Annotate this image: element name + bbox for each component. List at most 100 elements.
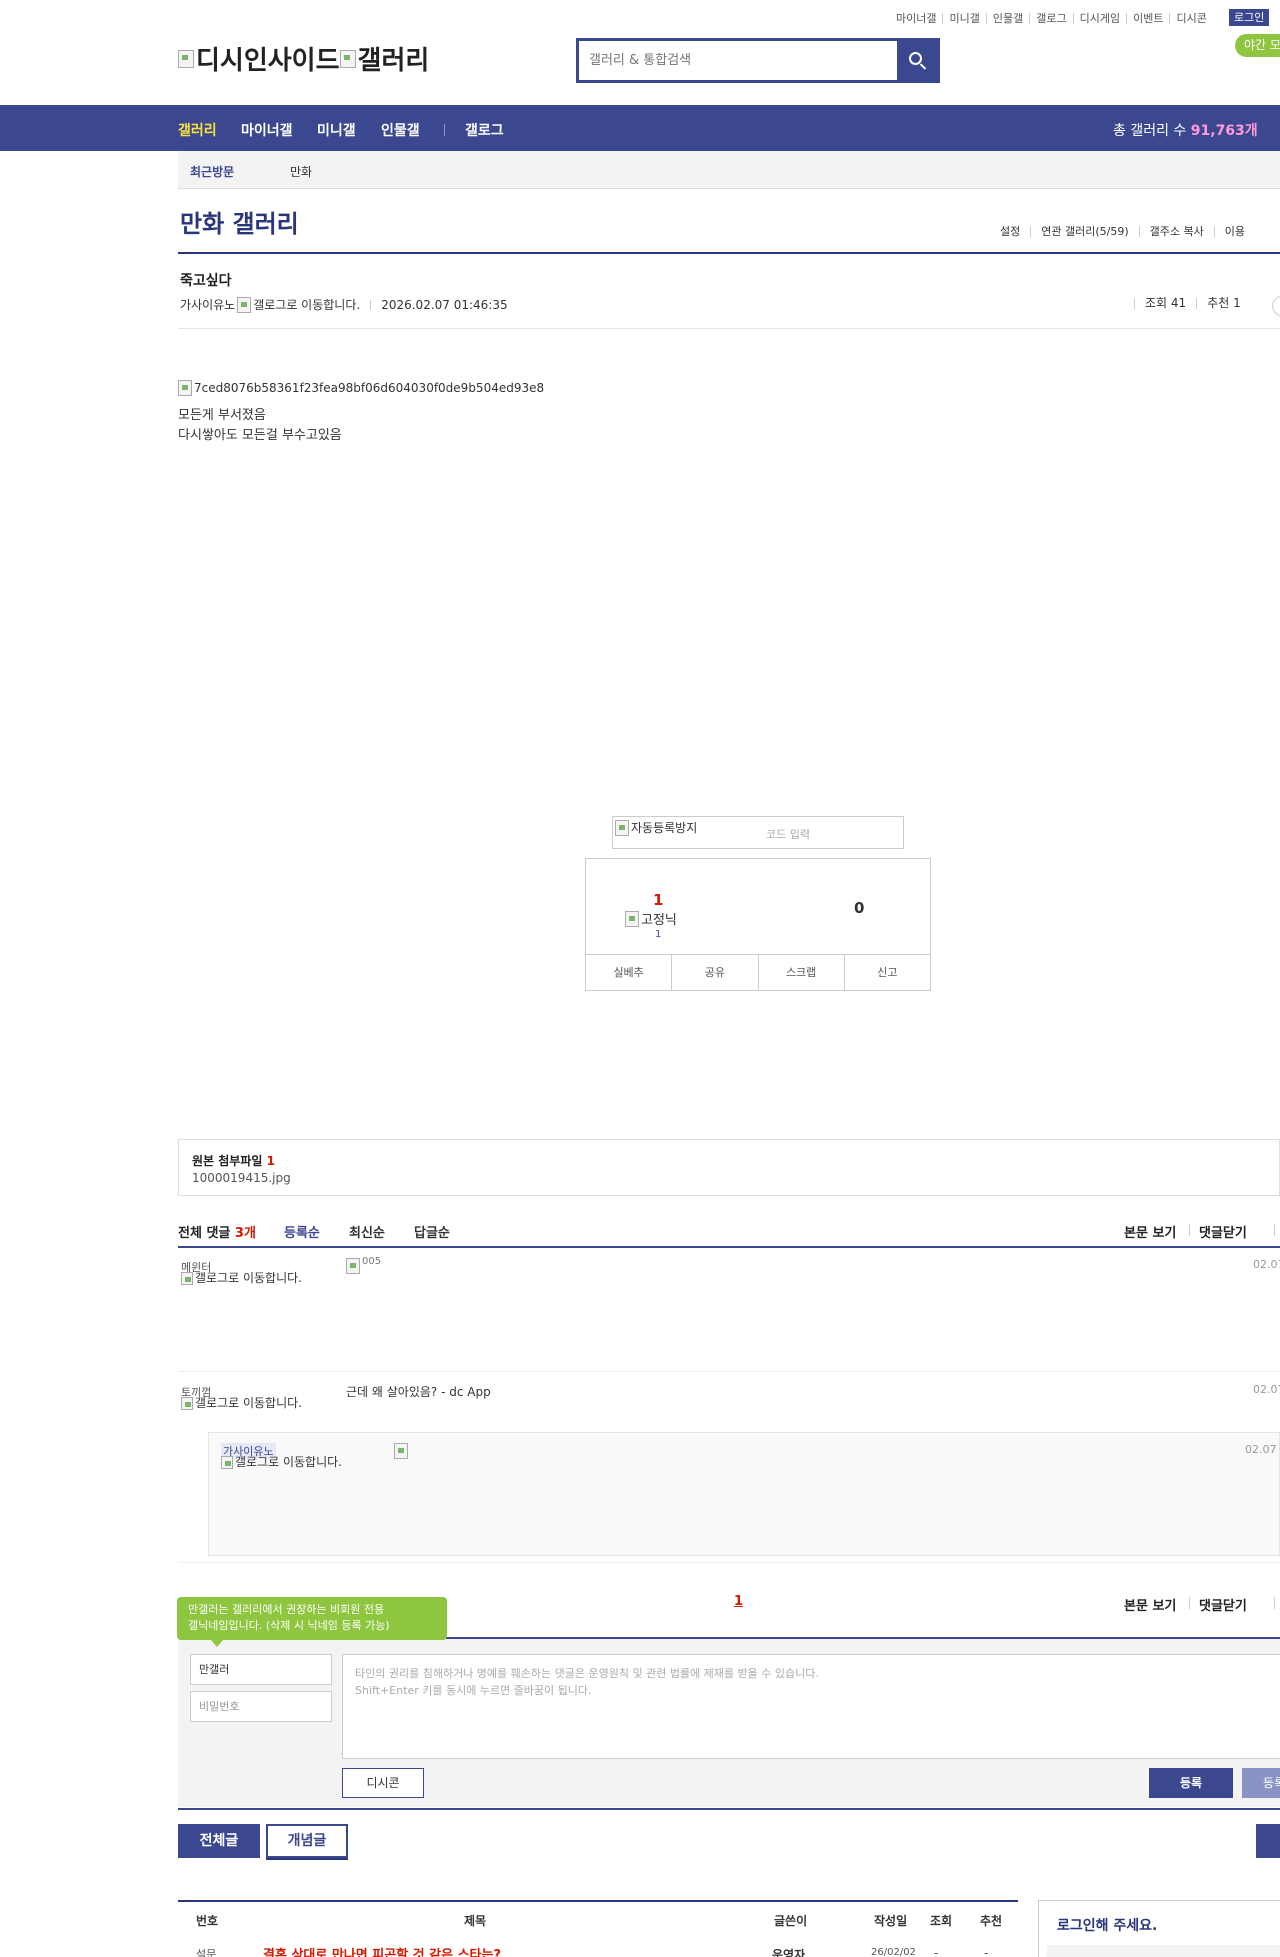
post-body-line: 다시쌓아도 모든걸 부수고있음 — [178, 428, 342, 443]
broken-image-icon — [178, 380, 192, 396]
comment-page-1[interactable]: 1 — [734, 1594, 743, 1609]
broken-image-icon — [181, 1397, 193, 1410]
list-header-date: 작성일 — [874, 1914, 908, 1928]
post-views: 조회 41 — [1134, 297, 1196, 309]
tooltip-line: 만갤러는 갤러리에서 권장하는 비회원 전용 — [188, 1603, 385, 1616]
close-comments-link[interactable]: 댓글닫기 — [1199, 1222, 1247, 1241]
view-body-link-bottom[interactable]: 본문 보기 — [1124, 1595, 1176, 1614]
reply-gallog-link[interactable]: 갤로그로 이동합니다. — [221, 1456, 351, 1469]
gallery-settings-link[interactable]: 설정 — [1000, 226, 1030, 237]
recommend-up-button[interactable]: 고정닉 — [625, 909, 677, 928]
util-person-gall[interactable]: 인물갤 — [985, 12, 1029, 24]
logo-alt-dcinside: 디시인사이드 — [196, 46, 340, 76]
recommend-box: 1 고정닉 1 0 실베추 공유 스크랩 신고 — [585, 858, 931, 991]
util-mini-gall[interactable]: 미니갤 — [942, 12, 985, 24]
gallog-icon[interactable] — [237, 296, 252, 313]
list-header-writer: 글쓴이 — [774, 1914, 808, 1928]
dccon-button[interactable]: 디시콘 — [342, 1768, 424, 1798]
nickname-field[interactable]: 만갤러 — [190, 1654, 332, 1685]
main-nav: 갤러리 마이너갤 미니갤 인물갤 갤로그 총 갤러리 수 91,763개 — [0, 105, 1280, 151]
sort-tab-replies[interactable]: 답글순 — [414, 1222, 450, 1241]
row-writer[interactable]: 운영자 — [772, 1946, 805, 1957]
close-comments-link-bottom[interactable]: 댓글닫기 — [1199, 1595, 1247, 1614]
attachment-file-link[interactable]: 1000019415.jpg — [192, 1171, 291, 1185]
more-icon[interactable] — [1272, 296, 1280, 316]
real-best-recommend-button[interactable]: 실베추 — [586, 955, 671, 990]
nav-person-gall[interactable]: 인물갤 — [381, 120, 420, 140]
list-header-views: 조회 — [930, 1914, 953, 1928]
sort-tab-latest[interactable]: 최신순 — [349, 1222, 385, 1241]
post-gallog-alt[interactable]: 갤로그로 이동합니다. — [253, 296, 360, 313]
attachment-count: 1 — [266, 1154, 275, 1168]
gallery-title[interactable]: 만화 갤러리 — [180, 204, 299, 239]
comment-gallog-link[interactable]: 갤로그로 이동합니다. — [181, 1272, 311, 1285]
write-bottom-divider — [178, 1808, 1280, 1810]
post-meta: 가사이유노 갤로그로 이동합니다. 2026.02.07 01:46:35 — [180, 296, 508, 313]
scrap-button[interactable]: 스크랩 — [757, 955, 844, 990]
comment-header-separator — [1189, 1224, 1190, 1236]
search-input[interactable] — [579, 41, 897, 80]
total-label: 총 갤러리 수 — [1113, 123, 1191, 139]
password-field[interactable]: 비밀번호 — [190, 1691, 332, 1722]
util-minor-gall[interactable]: 마이너갤 — [890, 13, 942, 24]
night-mode-button[interactable]: 야간 모 — [1235, 34, 1280, 57]
nickname-tooltip: 만갤러는 갤러리에서 권장하는 비회원 전용 갤닉네임입니다. (삭제 시 닉네… — [177, 1597, 447, 1647]
nav-mini-gall[interactable]: 미니갤 — [317, 120, 356, 140]
util-gallog[interactable]: 갤로그 — [1029, 12, 1072, 24]
share-button[interactable]: 공유 — [671, 955, 757, 990]
view-body-link[interactable]: 본문 보기 — [1124, 1222, 1176, 1241]
post-image-alt: 7ced8076b58361f23fea98bf06d604030f0de9b5… — [194, 381, 545, 395]
register-button[interactable]: 등록 — [1149, 1768, 1233, 1798]
all-posts-tab[interactable]: 전체글 — [178, 1824, 260, 1858]
row-recommend: - — [984, 1946, 989, 1957]
comment-textarea[interactable]: 타인의 권리를 침해하거나 명예를 훼손하는 댓글은 운영원칙 및 관련 법률에… — [342, 1654, 1280, 1759]
recommend-down-count: 0 — [854, 899, 865, 917]
util-event[interactable]: 이벤트 — [1126, 12, 1169, 24]
comment-total-label: 전체 댓글 — [178, 1226, 235, 1241]
broken-image-icon — [339, 49, 356, 68]
concept-posts-tab[interactable]: 개념글 — [266, 1824, 348, 1858]
recommend-actions: 실베추 공유 스크랩 신고 — [586, 954, 930, 990]
attachment-label: 원본 첨부파일 1 — [192, 1152, 275, 1169]
post-title: 죽고싶다 — [180, 273, 232, 289]
comment-gallog-link[interactable]: 갤로그로 이동합니다. — [181, 1397, 311, 1410]
recent-visit-item[interactable]: 만화 — [290, 163, 312, 180]
row-number: 설문 — [196, 1948, 217, 1957]
post-datetime: 2026.02.07 01:46:35 — [381, 297, 508, 312]
report-button[interactable]: 신고 — [843, 955, 930, 990]
util-dccon[interactable]: 디시콘 — [1169, 12, 1212, 24]
comment-date: 02.07 — [1253, 1258, 1280, 1271]
copy-address-link[interactable]: 갤주소 복사 — [1138, 226, 1214, 237]
comment-header-separator — [1274, 1224, 1275, 1236]
search-button[interactable] — [897, 41, 937, 80]
recent-visit-bar: 최근방문 만화 — [178, 151, 1280, 189]
write-post-button[interactable] — [1256, 1824, 1280, 1858]
post-meta-divider — [178, 328, 1280, 329]
comment-header: 전체 댓글 3개 등록순 최신순 답글순 본문 보기 댓글닫기 — [178, 1222, 1280, 1246]
post-image[interactable]: 7ced8076b58361f23fea98bf06d604030f0de9b5… — [178, 380, 544, 396]
login-button[interactable]: 로그인 — [1229, 9, 1270, 26]
sort-tab-registered[interactable]: 등록순 — [284, 1222, 320, 1241]
comment-body: 근데 왜 살아있음? - dc App — [346, 1385, 491, 1399]
table-row: 설문 결혼 상대로 만나면 피곤할 것 같은 스타는? 운영자 26/02/02… — [178, 1946, 1018, 1957]
recommend-up-count: 1 — [653, 891, 664, 909]
comment-gallog-alt: 갤로그로 이동합니다. — [195, 1271, 302, 1285]
site-logo[interactable]: 디시인사이드 갤러리 — [178, 40, 429, 77]
nav-minor-gall[interactable]: 마이너갤 — [241, 120, 293, 140]
post-author[interactable]: 가사이유노 — [180, 296, 235, 313]
reply-item: 가사이유노 갤로그로 이동합니다. 02.07 0 — [208, 1432, 1280, 1556]
nav-divider — [444, 124, 445, 136]
broken-image-icon — [625, 910, 639, 927]
register-and-recommend-button[interactable]: 등록 — [1242, 1768, 1280, 1798]
related-gallery-link[interactable]: 연관 갤러리(5/59) — [1030, 226, 1138, 237]
util-dcgame[interactable]: 디시게임 — [1072, 12, 1126, 24]
row-title-link[interactable]: 결혼 상대로 만나면 피곤할 것 같은 스타는? — [263, 1944, 501, 1957]
comment-date: 02.07 — [1253, 1383, 1280, 1396]
post-body-line: 모든게 부서졌음 — [178, 408, 266, 423]
usage-link[interactable]: 이용 — [1213, 226, 1255, 237]
nav-gallery[interactable]: 갤러리 — [178, 120, 217, 140]
nav-gallog[interactable]: 갤로그 — [465, 120, 504, 140]
captcha-input[interactable]: 코드 입력 — [766, 826, 810, 842]
comment-footer-separator — [1189, 1597, 1190, 1609]
tooltip-line: 갤닉네임입니다. (삭제 시 닉네임 등록 가능) — [188, 1619, 390, 1632]
